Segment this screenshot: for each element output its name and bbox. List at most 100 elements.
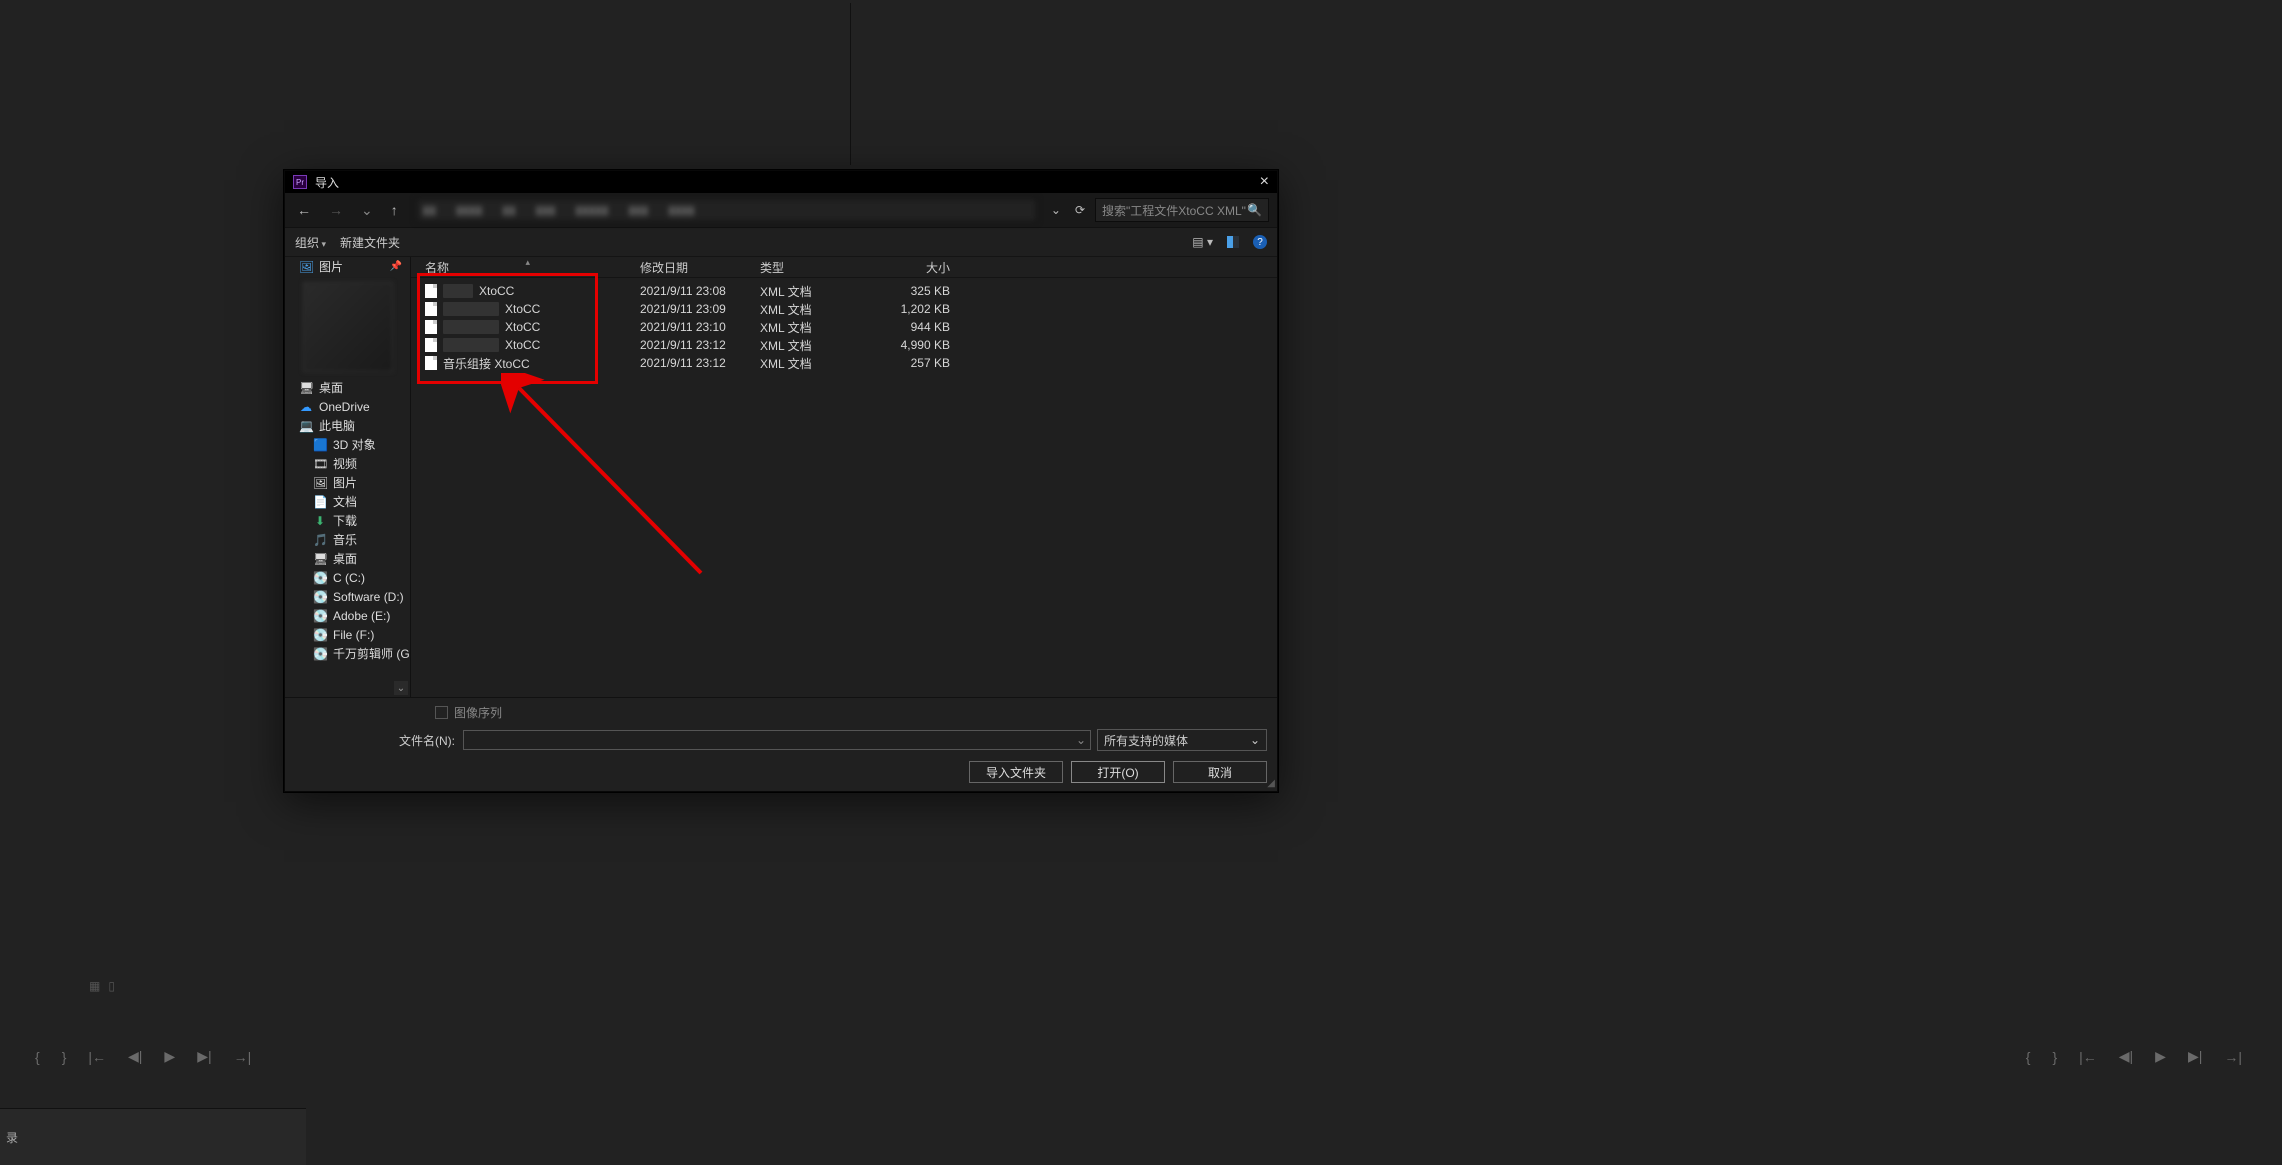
- import-folder-button[interactable]: 导入文件夹: [969, 761, 1063, 783]
- toolbar: 组织 新建文件夹 ▤ ▾ ?: [285, 228, 1277, 257]
- path-breadcrumb[interactable]: ▮▮▮▮▮▮▮▮▮▮▮▮▮▮▮▮▮▮▮▮▮▮▮: [416, 198, 1037, 222]
- forward-button[interactable]: →: [325, 200, 347, 220]
- sidebar-item[interactable]: 💽 Software (D:): [285, 587, 410, 606]
- search-input[interactable]: 搜索"工程文件XtoCC XML" 🔍: [1095, 198, 1269, 222]
- sidebar-item[interactable]: ⬇下载: [285, 511, 410, 530]
- image-sequence-checkbox[interactable]: [435, 706, 448, 719]
- file-size-cell: 257 KB: [860, 356, 966, 370]
- sidebar-item-label: OneDrive: [319, 400, 370, 414]
- step-forward-button[interactable]: ▶|: [197, 1048, 211, 1065]
- sidebar-scroll-down[interactable]: ⌄: [394, 681, 408, 695]
- file-row[interactable]: XtoCC2021/9/11 23:08XML 文档325 KB: [411, 282, 1277, 300]
- go-to-out-button[interactable]: →|: [234, 1049, 252, 1065]
- file-row[interactable]: XtoCC2021/9/11 23:09XML 文档1,202 KB: [411, 300, 1277, 318]
- play-button[interactable]: ▶: [164, 1048, 175, 1065]
- close-button[interactable]: ×: [1260, 173, 1269, 191]
- sidebar-item-label: 音乐: [333, 531, 357, 548]
- sidebar-item[interactable]: 🟦3D 对象: [285, 435, 410, 454]
- filename-input[interactable]: ⌄: [463, 730, 1091, 750]
- sidebar-item-label: Software (D:): [333, 590, 404, 604]
- image-sequence-label: 图像序列: [454, 704, 502, 721]
- sidebar-item[interactable]: 🎵 音乐: [285, 530, 410, 549]
- sidebar-item-icon: 💽: [313, 647, 327, 661]
- sidebar-item[interactable]: 💽千万剪辑师 (G:): [285, 644, 410, 663]
- column-size[interactable]: 大小: [860, 259, 966, 276]
- sidebar-item[interactable]: 🖥桌面: [285, 549, 410, 568]
- resize-grip-icon[interactable]: ◢: [1267, 778, 1275, 789]
- file-list[interactable]: XtoCC2021/9/11 23:08XML 文档325 KB XtoCC20…: [411, 278, 1277, 697]
- go-to-in-button[interactable]: |←: [88, 1049, 106, 1065]
- play-button[interactable]: ▶: [2155, 1048, 2166, 1065]
- file-size-cell: 944 KB: [860, 320, 966, 334]
- column-name[interactable]: ▴ 名称: [411, 259, 640, 276]
- sidebar-item[interactable]: 💽File (F:): [285, 625, 410, 644]
- cancel-button[interactable]: 取消: [1173, 761, 1267, 783]
- file-row[interactable]: XtoCC2021/9/11 23:12XML 文档4,990 KB: [411, 336, 1277, 354]
- refresh-button[interactable]: ⟳: [1075, 203, 1085, 217]
- sidebar-item[interactable]: 💽C (C:): [285, 568, 410, 587]
- go-to-out-button[interactable]: →|: [2224, 1049, 2242, 1065]
- sidebar-item[interactable]: 💽Adobe (E:): [285, 606, 410, 625]
- sidebar-item[interactable]: 🖥桌面: [285, 378, 410, 397]
- file-name-suffix: XtoCC: [505, 320, 540, 334]
- sidebar-item-label: 图片: [319, 258, 343, 275]
- open-button[interactable]: 打开(O): [1071, 761, 1165, 783]
- preview-pane-button[interactable]: [1227, 236, 1239, 248]
- organize-menu[interactable]: 组织: [295, 234, 326, 251]
- column-type[interactable]: 类型: [760, 259, 860, 276]
- step-forward-button[interactable]: ▶|: [2188, 1048, 2202, 1065]
- back-button[interactable]: ←: [293, 200, 315, 220]
- step-back-button[interactable]: ◀|: [2119, 1048, 2133, 1065]
- sidebar-item[interactable]: 🎞视频: [285, 454, 410, 473]
- transport-controls-left: { } |← ◀| ▶ ▶| →|: [35, 1048, 251, 1065]
- app-background: ▦ ▯ { } |← ◀| ▶ ▶| →| { } |← ◀| ▶ ▶| →| …: [0, 0, 2282, 1165]
- file-name-cell: XtoCC: [411, 284, 640, 298]
- sidebar-item-pictures-pinned[interactable]: 🖼 图片 📌: [285, 257, 410, 276]
- recent-dropdown-icon[interactable]: ⌄: [357, 200, 377, 221]
- path-dropdown-icon[interactable]: ⌄: [1051, 203, 1061, 217]
- sidebar-navigation[interactable]: 🖼 图片 📌 🖥桌面☁OneDrive💻此电脑🟦3D 对象🎞视频🖼图片📄文档⬇下…: [285, 257, 411, 697]
- sidebar-item-label: Adobe (E:): [333, 609, 390, 623]
- file-icon: [425, 356, 437, 370]
- file-type-filter[interactable]: 所有支持的媒体 ⌄: [1097, 729, 1267, 751]
- sidebar-item-label: 此电脑: [319, 417, 355, 434]
- file-name: 音乐组接 XtoCC: [443, 355, 530, 372]
- file-row[interactable]: 音乐组接 XtoCC2021/9/11 23:12XML 文档257 KB: [411, 354, 1277, 372]
- sidebar-item[interactable]: ☁OneDrive: [285, 397, 410, 416]
- sidebar-thumbnail: [303, 282, 393, 372]
- file-date-cell: 2021/9/11 23:12: [640, 338, 760, 352]
- sidebar-item-icon: 💽: [313, 628, 327, 642]
- mark-in-button[interactable]: {: [2026, 1049, 2031, 1065]
- column-date[interactable]: 修改日期: [640, 259, 760, 276]
- sidebar-item-icon: 📄: [313, 495, 327, 509]
- sidebar-item[interactable]: 🖼图片: [285, 473, 410, 492]
- step-back-button[interactable]: ◀|: [128, 1048, 142, 1065]
- file-type-cell: XML 文档: [760, 337, 860, 354]
- import-dialog: Pr 导入 × ← → ⌄ ↑ ▮▮▮▮▮▮▮▮▮▮▮▮▮▮▮▮▮▮▮▮▮▮▮ …: [284, 170, 1278, 792]
- mark-out-button[interactable]: }: [2052, 1049, 2057, 1065]
- search-icon[interactable]: 🔍: [1247, 203, 1262, 217]
- file-name-redacted: [443, 320, 499, 334]
- marker-icon[interactable]: ▦: [89, 979, 100, 993]
- sidebar-item-icon: 💻: [299, 419, 313, 433]
- new-folder-button[interactable]: 新建文件夹: [340, 234, 400, 251]
- sidebar-item[interactable]: 📄文档: [285, 492, 410, 511]
- filename-dropdown-icon[interactable]: ⌄: [1076, 733, 1086, 747]
- go-to-in-button[interactable]: |←: [2079, 1049, 2097, 1065]
- sidebar-item-icon: 💽: [313, 590, 327, 604]
- sidebar-item-label: 3D 对象: [333, 436, 376, 453]
- view-mode-button[interactable]: ▤ ▾: [1192, 235, 1213, 249]
- mark-in-button[interactable]: {: [35, 1049, 40, 1065]
- mark-out-button[interactable]: }: [62, 1049, 67, 1065]
- marker-icon[interactable]: ▯: [108, 979, 115, 993]
- up-button[interactable]: ↑: [387, 200, 402, 220]
- sidebar-item[interactable]: 💻 此电脑: [285, 416, 410, 435]
- chevron-down-icon: ⌄: [1250, 733, 1260, 747]
- file-row[interactable]: XtoCC2021/9/11 23:10XML 文档944 KB: [411, 318, 1277, 336]
- sidebar-item-icon: 🖼: [313, 476, 327, 490]
- file-date-cell: 2021/9/11 23:08: [640, 284, 760, 298]
- file-type-cell: XML 文档: [760, 301, 860, 318]
- project-panel-strip: 录: [0, 1108, 306, 1165]
- help-button[interactable]: ?: [1253, 235, 1267, 249]
- sidebar-item-icon: 🎵: [313, 533, 327, 547]
